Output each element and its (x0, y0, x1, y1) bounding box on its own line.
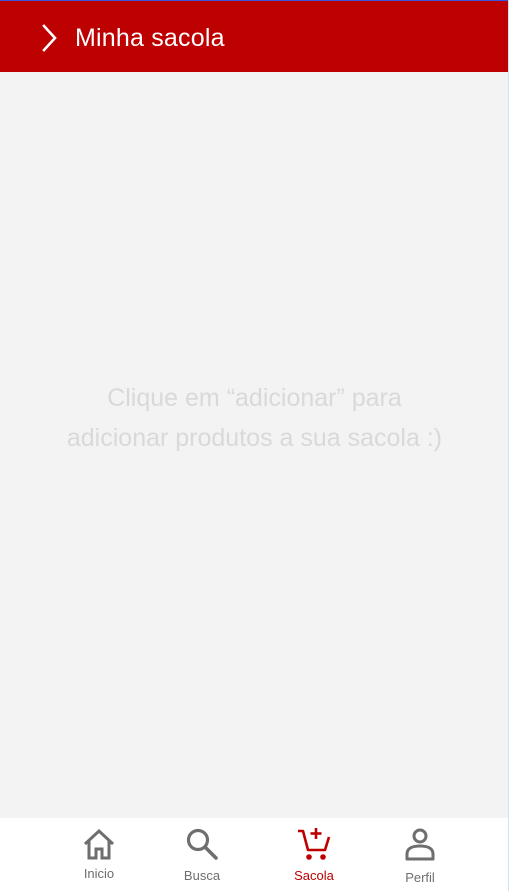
empty-message-line-1: Clique em “adicionar” para (107, 384, 402, 412)
cart-add-icon (298, 828, 331, 860)
chevron-right-icon (42, 24, 57, 52)
empty-cart-message: Clique em “adicionar” para adicionar pro… (0, 378, 509, 458)
nav-label-inicio: Inicio (83, 866, 115, 881)
bottom-navigation: Inicio Busca Sacola Perfil (0, 818, 509, 891)
nav-label-busca: Busca (183, 868, 221, 883)
nav-label-perfil: Perfil (405, 870, 435, 885)
app-bar: Minha sacola (0, 0, 509, 72)
nav-item-sacola[interactable]: Sacola (269, 818, 359, 891)
page-title: Minha sacola (75, 24, 225, 52)
nav-item-busca[interactable]: Busca (157, 818, 247, 891)
back-button[interactable] (34, 21, 64, 55)
search-icon (186, 828, 218, 860)
nav-item-perfil[interactable]: Perfil (375, 818, 465, 891)
nav-label-sacola: Sacola (294, 868, 334, 883)
nav-item-inicio[interactable]: Inicio (54, 818, 144, 891)
app-screen: Minha sacola Clique em “adicionar” para … (0, 0, 509, 891)
empty-message-line-2: adicionar produtos a sua sacola :) (66, 424, 443, 452)
home-icon (83, 828, 115, 860)
person-icon (405, 828, 435, 861)
